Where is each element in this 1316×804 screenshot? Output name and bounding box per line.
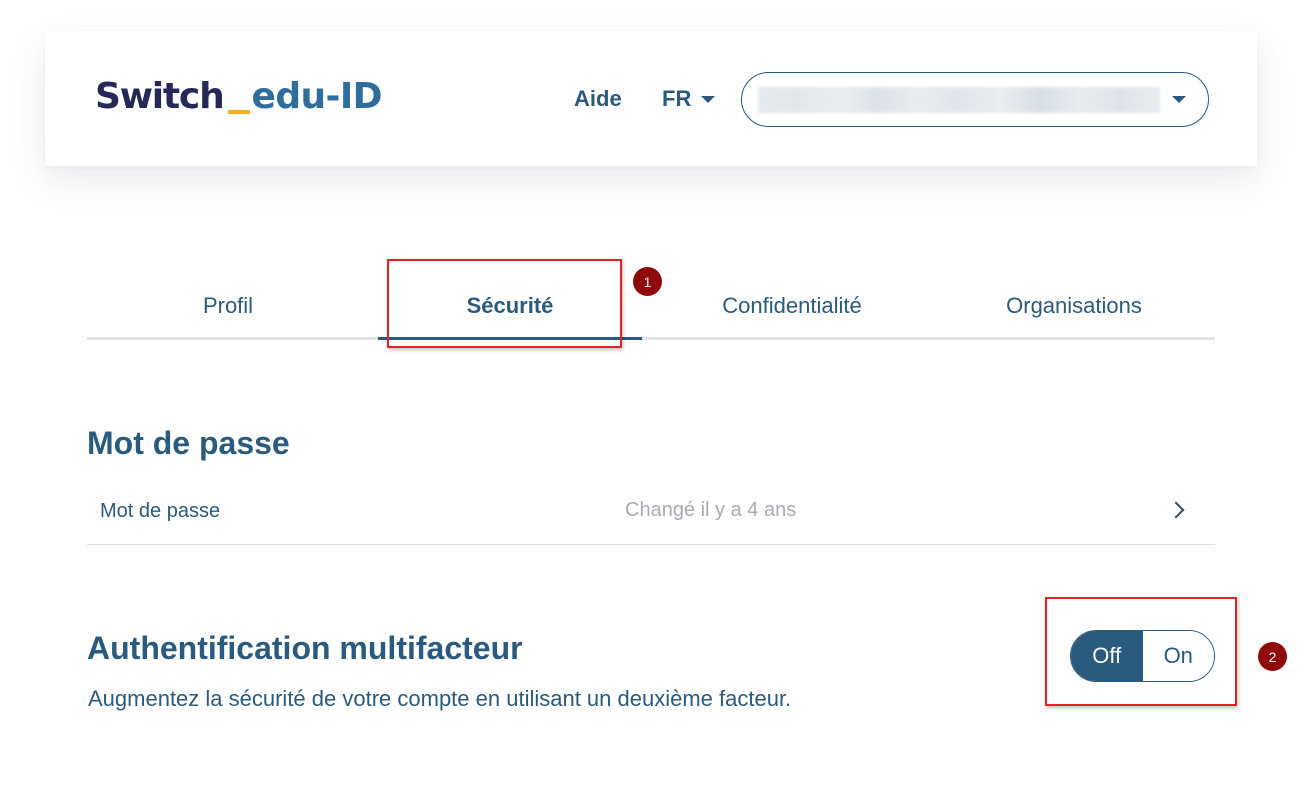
password-row[interactable]: Mot de passe Changé il y a 4 ans: [87, 480, 1215, 545]
tab-organisations[interactable]: Organisations: [933, 270, 1215, 337]
switch-edu-id-logo[interactable]: Switch edu-ID: [95, 76, 383, 124]
mfa-description: Augmentez la sécurité de votre compte en…: [88, 686, 792, 711]
tab-confidentialite[interactable]: Confidentialité: [651, 270, 933, 337]
language-select[interactable]: FR: [662, 86, 716, 112]
logo-underscore: [227, 110, 250, 114]
logo-edu-id-text: edu-ID: [251, 76, 383, 117]
caret-down-icon: [701, 95, 716, 103]
annotation-badge-2: 2: [1258, 642, 1287, 671]
language-label: FR: [662, 86, 692, 111]
page: Switch edu-ID Aide FR Profil Sécurité Co…: [0, 0, 1316, 804]
annotation-box-2: [1045, 597, 1237, 706]
redacted-email: [758, 86, 1160, 113]
password-row-label: Mot de passe: [100, 500, 221, 522]
header: Switch edu-ID Aide FR: [45, 31, 1257, 166]
password-row-status: Changé il y a 4 ans: [625, 499, 797, 521]
annotation-badge-1: 1: [633, 267, 662, 296]
annotation-box-1: [387, 259, 622, 348]
account-dropdown[interactable]: [741, 72, 1209, 127]
password-section-title: Mot de passe: [87, 425, 290, 461]
tab-profil[interactable]: Profil: [87, 270, 369, 337]
logo-switch-text: Switch: [95, 76, 225, 117]
mfa-section-title: Authentification multifacteur: [87, 630, 523, 666]
chevron-right-icon: [1167, 501, 1185, 519]
help-link[interactable]: Aide: [574, 86, 622, 112]
caret-down-icon: [1172, 96, 1186, 103]
